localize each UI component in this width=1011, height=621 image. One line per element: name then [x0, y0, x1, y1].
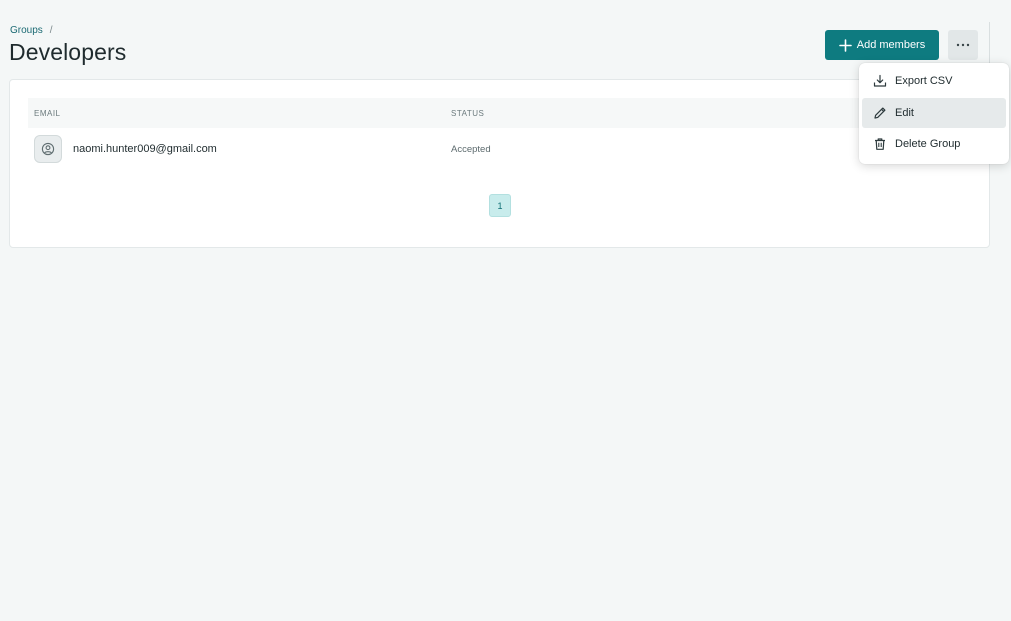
menu-item-label: Delete Group — [895, 138, 961, 150]
divider-line — [989, 22, 990, 67]
user-circle-icon — [41, 142, 55, 156]
more-options-button[interactable] — [948, 30, 978, 60]
download-icon — [872, 73, 888, 89]
plus-icon — [838, 38, 852, 52]
pagination-page-1[interactable]: 1 — [489, 194, 511, 217]
menu-item-label: Edit — [895, 107, 914, 119]
column-header-email: EMAIL — [34, 109, 61, 118]
breadcrumb-groups-link[interactable]: Groups — [10, 25, 43, 36]
menu-item-edit[interactable]: Edit — [862, 98, 1006, 128]
member-status: Accepted — [451, 144, 491, 155]
members-table-card: EMAIL STATUS naomi.hunter009@gmail.com A… — [9, 79, 990, 248]
add-members-button[interactable]: Add members — [825, 30, 939, 60]
more-horizontal-icon — [956, 43, 970, 47]
pencil-icon — [872, 105, 888, 121]
trash-icon — [872, 136, 888, 152]
add-members-label: Add members — [856, 39, 926, 51]
breadcrumb-separator: / — [49, 25, 53, 36]
page-title: Developers — [9, 39, 127, 65]
more-options-menu: Export CSV Edit Delete Group — [859, 63, 1009, 164]
table-row: naomi.hunter009@gmail.com Accepted — [28, 132, 973, 168]
menu-item-export-csv[interactable]: Export CSV — [862, 66, 1006, 96]
breadcrumb: Groups / — [10, 25, 53, 36]
table-header: EMAIL STATUS — [28, 98, 973, 128]
page: Groups / Developers Add members EMAIL ST… — [0, 0, 1011, 621]
member-email: naomi.hunter009@gmail.com — [73, 143, 217, 155]
avatar — [34, 135, 62, 163]
menu-item-label: Export CSV — [895, 75, 953, 87]
menu-item-delete-group[interactable]: Delete Group — [862, 129, 1006, 159]
column-header-status: STATUS — [451, 109, 485, 118]
